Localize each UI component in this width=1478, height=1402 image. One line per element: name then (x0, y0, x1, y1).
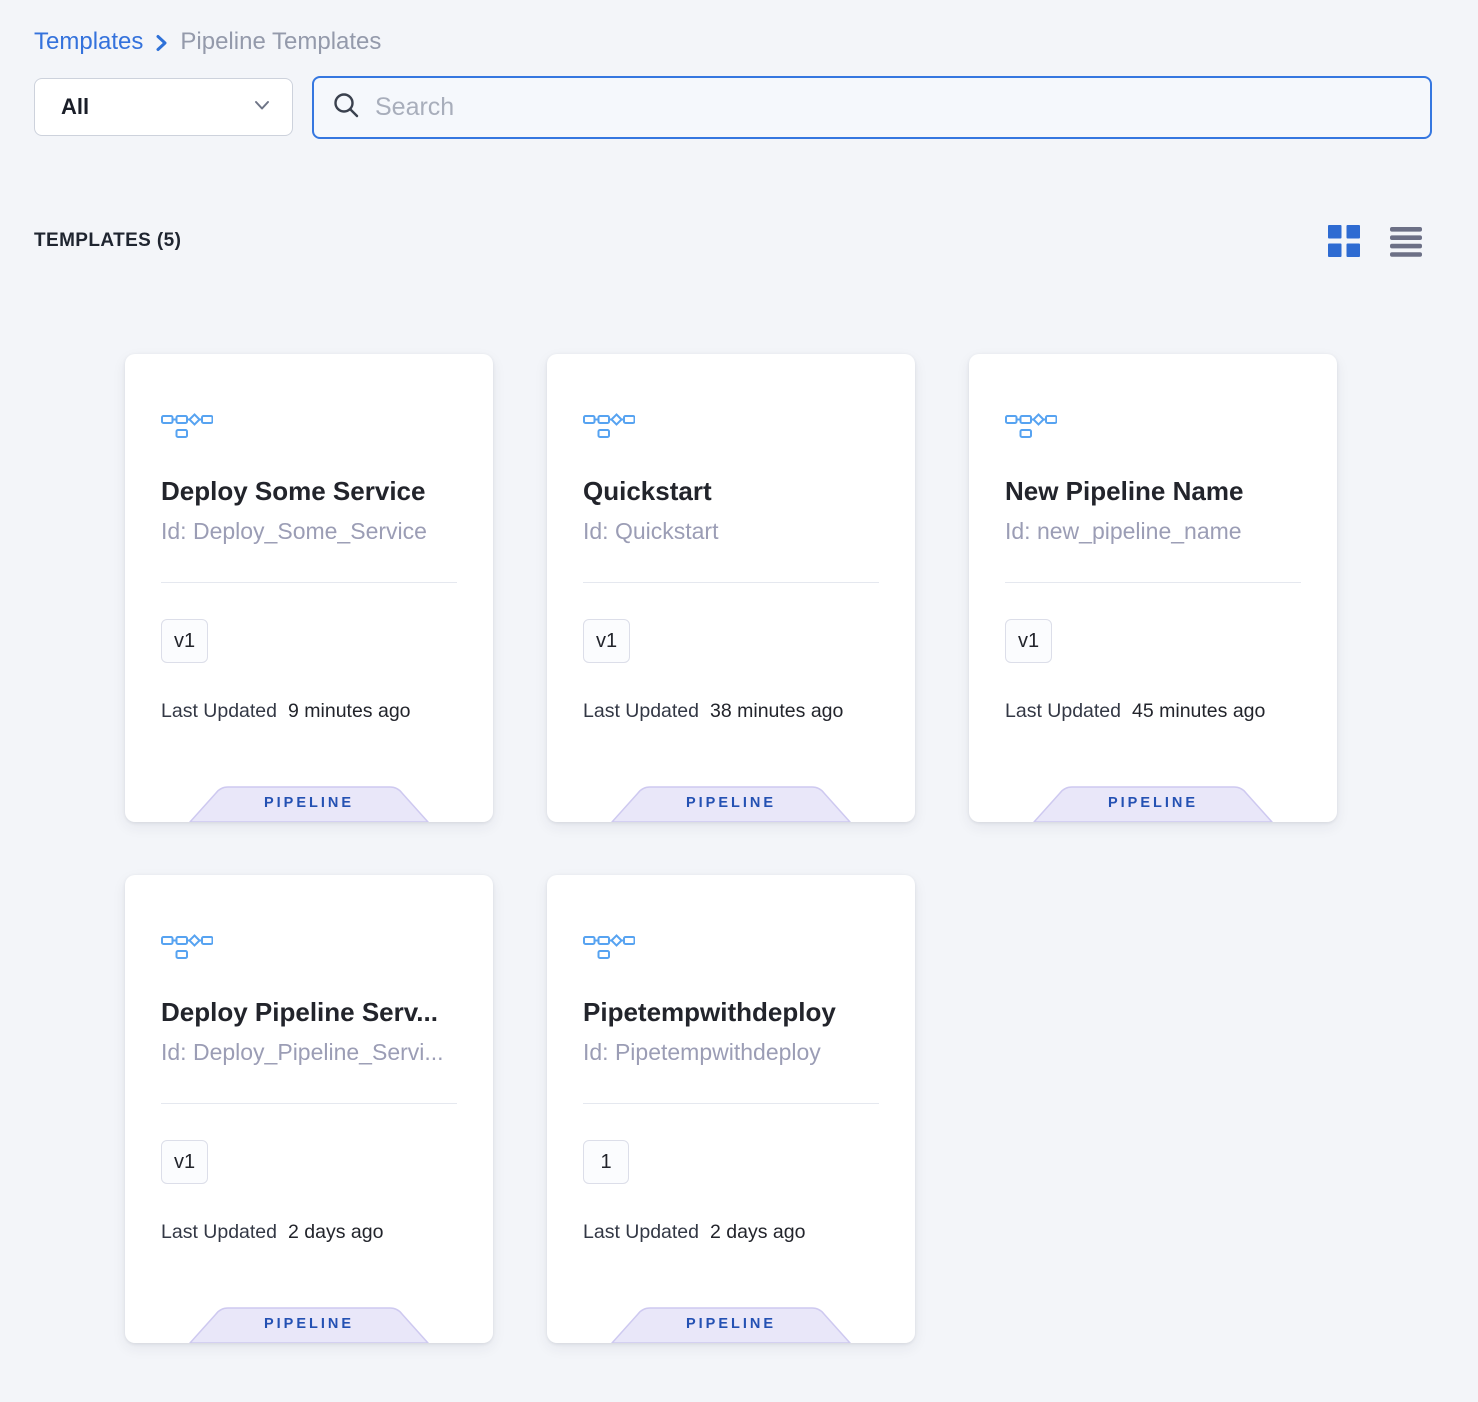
last-updated-label: Last Updated (161, 700, 277, 723)
templates-grid: Deploy Some Service Id: Deploy_Some_Serv… (125, 354, 1478, 1343)
scope-filter-value: All (61, 94, 89, 120)
pipeline-templates-page: Templates Pipeline Templates All TEMPLAT… (0, 0, 1478, 1343)
version-badge: v1 (1005, 619, 1052, 663)
search-box (312, 76, 1432, 139)
template-title: New Pipeline Name (1005, 475, 1301, 507)
last-updated-row: Last Updated 45 minutes ago (1005, 700, 1301, 723)
last-updated-value: 2 days ago (710, 1221, 805, 1244)
list-view-icon (1390, 225, 1422, 257)
breadcrumb-templates-link[interactable]: Templates (34, 28, 143, 56)
template-id: Id: Quickstart (583, 516, 879, 546)
pipeline-stages-icon (161, 930, 457, 960)
breadcrumb-current-page: Pipeline Templates (180, 28, 381, 56)
template-id: Id: Deploy_Pipeline_Servi... (161, 1037, 457, 1067)
template-card[interactable]: Pipetempwithdeploy Id: Pipetempwithdeplo… (547, 875, 915, 1343)
template-id: Id: new_pipeline_name (1005, 516, 1301, 546)
pipeline-tag-label: PIPELINE (189, 1316, 429, 1332)
pipeline-tag: PIPELINE (189, 786, 429, 822)
last-updated-value: 38 minutes ago (710, 700, 843, 723)
search-icon (332, 91, 360, 124)
grid-view-button[interactable] (1328, 225, 1360, 257)
search-input[interactable] (375, 93, 1412, 122)
last-updated-label: Last Updated (1005, 700, 1121, 723)
breadcrumb: Templates Pipeline Templates (34, 28, 1478, 56)
last-updated-row: Last Updated 38 minutes ago (583, 700, 879, 723)
template-card[interactable]: New Pipeline Name Id: new_pipeline_name … (969, 354, 1337, 822)
section-header: TEMPLATES (5) (34, 225, 1432, 257)
chevron-down-icon (254, 98, 270, 116)
scope-filter-dropdown[interactable]: All (34, 78, 293, 136)
last-updated-row: Last Updated 2 days ago (161, 1221, 457, 1244)
version-badge: v1 (583, 619, 630, 663)
last-updated-label: Last Updated (583, 1221, 699, 1244)
template-id: Id: Deploy_Some_Service (161, 516, 457, 546)
template-card[interactable]: Deploy Some Service Id: Deploy_Some_Serv… (125, 354, 493, 822)
pipeline-stages-icon (161, 409, 457, 439)
last-updated-label: Last Updated (583, 700, 699, 723)
last-updated-row: Last Updated 9 minutes ago (161, 700, 457, 723)
last-updated-label: Last Updated (161, 1221, 277, 1244)
pipeline-tag-label: PIPELINE (189, 795, 429, 811)
pipeline-tag: PIPELINE (189, 1307, 429, 1343)
template-title: Deploy Pipeline Serv... (161, 996, 457, 1028)
list-view-button[interactable] (1390, 225, 1422, 257)
templates-count-heading: TEMPLATES (5) (34, 230, 181, 252)
pipeline-tag: PIPELINE (611, 786, 851, 822)
last-updated-value: 45 minutes ago (1132, 700, 1265, 723)
template-title: Deploy Some Service (161, 475, 457, 507)
grid-view-icon (1328, 225, 1360, 257)
pipeline-tag-label: PIPELINE (1033, 795, 1273, 811)
pipeline-tag-label: PIPELINE (611, 795, 851, 811)
template-title: Pipetempwithdeploy (583, 996, 879, 1028)
breadcrumb-chevron-icon (155, 33, 168, 53)
template-title: Quickstart (583, 475, 879, 507)
last-updated-value: 9 minutes ago (288, 700, 411, 723)
last-updated-value: 2 days ago (288, 1221, 383, 1244)
view-toggles (1328, 225, 1422, 257)
pipeline-stages-icon (583, 409, 879, 439)
pipeline-stages-icon (1005, 409, 1301, 439)
pipeline-tag: PIPELINE (611, 1307, 851, 1343)
filter-controls: All (34, 76, 1432, 139)
pipeline-stages-icon (583, 930, 879, 960)
version-badge: v1 (161, 1140, 208, 1184)
pipeline-tag-label: PIPELINE (611, 1316, 851, 1332)
template-card[interactable]: Quickstart Id: Quickstart v1 Last Update… (547, 354, 915, 822)
version-badge: v1 (161, 619, 208, 663)
template-card[interactable]: Deploy Pipeline Serv... Id: Deploy_Pipel… (125, 875, 493, 1343)
version-badge: 1 (583, 1140, 629, 1184)
pipeline-tag: PIPELINE (1033, 786, 1273, 822)
template-id: Id: Pipetempwithdeploy (583, 1037, 879, 1067)
last-updated-row: Last Updated 2 days ago (583, 1221, 879, 1244)
